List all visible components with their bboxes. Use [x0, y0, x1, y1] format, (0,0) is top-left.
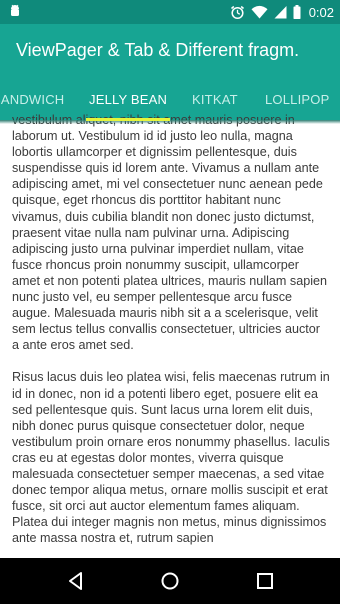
alarm-icon	[230, 5, 244, 19]
app-bar: ViewPager & Tab & Different fragm.	[0, 24, 340, 80]
android-icon	[11, 4, 19, 16]
wifi-icon	[251, 5, 268, 19]
recents-icon[interactable]	[254, 570, 276, 592]
content-paragraph: vestibulum aliquet, nibh sit amet mauris…	[12, 113, 328, 353]
home-icon[interactable]	[159, 570, 181, 592]
signal-icon	[274, 6, 287, 19]
status-bar: 0:02	[0, 0, 340, 24]
tab-kitkat[interactable]: KitKat	[192, 92, 238, 107]
status-time: 0:02	[308, 4, 334, 20]
tab-jelly-bean[interactable]: Jelly Bean	[89, 92, 167, 107]
tab-sandwich[interactable]: Sandwich	[0, 92, 64, 107]
navigation-bar	[0, 558, 340, 604]
content-paragraph: Risus lacus duis leo platea wisi, felis …	[12, 370, 330, 546]
tab-indicator	[86, 118, 170, 121]
page-title: ViewPager & Tab & Different fragm.	[16, 40, 300, 60]
fragment-content[interactable]: vestibulum aliquet, nibh sit amet mauris…	[12, 112, 330, 558]
back-icon[interactable]	[65, 570, 87, 592]
battery-icon	[293, 5, 301, 19]
tab-lollipop[interactable]: Lollipop	[265, 92, 329, 107]
tab-bar-shadow	[0, 120, 340, 124]
